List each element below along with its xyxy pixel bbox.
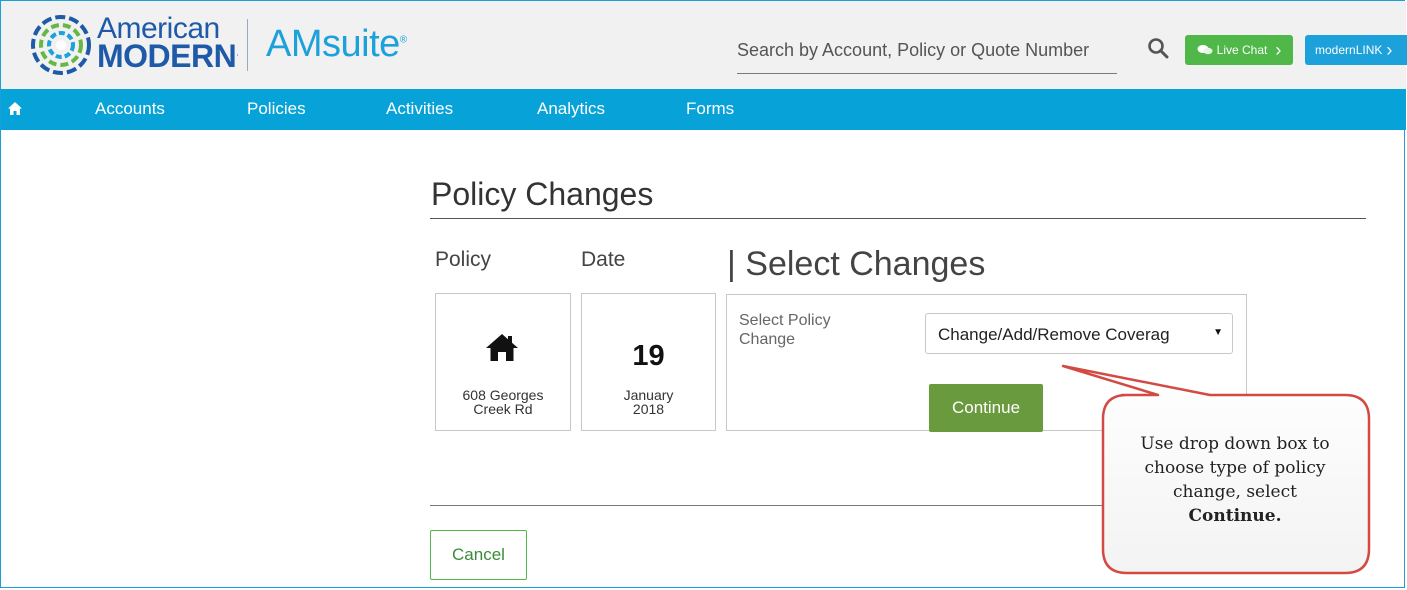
suite-name: AMsuite	[266, 23, 400, 65]
callout-text: Use drop down box to choose type of poli…	[1110, 432, 1360, 528]
top-header: American MODERN. AMsuite® Live Chat › mo…	[1, 1, 1407, 89]
callout-line3: change, select	[1173, 482, 1297, 502]
continue-button[interactable]: Continue	[929, 384, 1043, 432]
callout-line4: Continue.	[1188, 506, 1282, 526]
dropdown-selected-value: Change/Add/Remove Coverag	[938, 325, 1170, 344]
policy-card[interactable]: 608 Georges Creek Rd	[435, 293, 571, 431]
nav-item-activities[interactable]: Activities	[386, 99, 453, 119]
date-day: 19	[632, 340, 665, 372]
page-title: Policy Changes	[431, 176, 654, 212]
date-card[interactable]: 19 January 2018	[581, 293, 716, 431]
policy-change-dropdown[interactable]: Change/Add/Remove Coverag ▼	[925, 313, 1233, 354]
live-chat-button[interactable]: Live Chat ›	[1185, 35, 1293, 65]
callout-line2: choose type of policy	[1144, 458, 1326, 478]
chevron-right-icon: ›	[1386, 40, 1393, 60]
title-divider	[430, 218, 1366, 219]
chevron-right-icon: ›	[1275, 40, 1282, 60]
nav-item-forms[interactable]: Forms	[686, 99, 734, 119]
search-icon[interactable]	[1147, 37, 1169, 59]
policy-column-label: Policy	[435, 248, 492, 271]
search-bar	[737, 35, 1117, 74]
modernlink-button[interactable]: modernLINK ›	[1305, 35, 1407, 65]
select-changes-title: | Select Changes	[727, 245, 986, 283]
house-icon	[486, 334, 518, 361]
brand-bottom-text: MODERN	[97, 38, 237, 74]
nav-item-analytics[interactable]: Analytics	[537, 99, 605, 119]
american-modern-logo-icon	[31, 15, 91, 75]
home-icon[interactable]	[7, 101, 23, 116]
caret-down-icon: ▼	[1213, 327, 1223, 338]
date-month: January	[623, 387, 674, 403]
main-nav: Accounts Policies Activities Analytics F…	[1, 89, 1406, 130]
brand-separator	[247, 19, 248, 71]
brand-logo-text: American MODERN.	[97, 12, 239, 74]
callout-line1: Use drop down box to	[1140, 434, 1330, 454]
cancel-button[interactable]: Cancel	[430, 530, 527, 580]
nav-item-policies[interactable]: Policies	[247, 99, 306, 119]
amsuite-logo[interactable]: AMsuite®	[266, 23, 407, 66]
select-policy-change-label: Select Policy Change	[739, 312, 831, 348]
policy-address-line1: 608 Georges	[462, 387, 544, 403]
modernlink-label: modernLINK	[1315, 43, 1383, 57]
chat-bubbles-icon	[1197, 45, 1213, 55]
policy-address-line2: Creek Rd	[473, 401, 533, 417]
nav-item-accounts[interactable]: Accounts	[95, 99, 165, 119]
search-input[interactable]	[737, 35, 1117, 65]
section-divider	[430, 505, 1110, 506]
live-chat-label: Live Chat	[1216, 43, 1268, 57]
date-column-label: Date	[581, 248, 626, 271]
date-year: 2018	[632, 401, 665, 417]
